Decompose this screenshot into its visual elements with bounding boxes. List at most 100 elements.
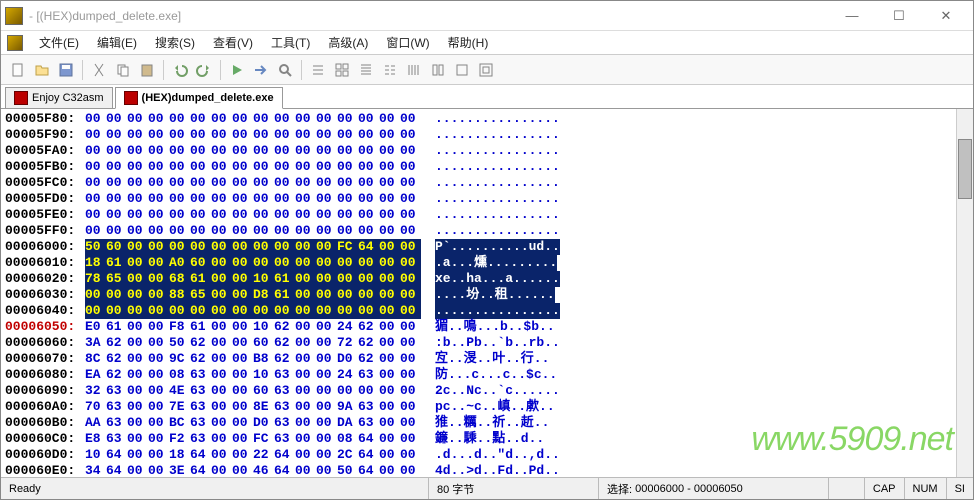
hex-byte[interactable]: 00 [232, 271, 253, 287]
hex-byte[interactable]: 4E [169, 383, 190, 399]
hex-byte[interactable]: 00 [211, 239, 232, 255]
hex-byte[interactable]: 00 [379, 111, 400, 127]
hex-byte[interactable]: 00 [127, 223, 148, 239]
hex-byte[interactable]: 00 [295, 399, 316, 415]
hex-row[interactable]: 000060A0:706300007E6300008E6300009A63000… [5, 399, 952, 415]
hex-byte[interactable]: 00 [85, 191, 106, 207]
hex-byte[interactable]: 00 [232, 223, 253, 239]
hex-byte[interactable]: 00 [148, 335, 169, 351]
hex-byte[interactable]: 00 [190, 175, 211, 191]
hex-row[interactable]: 00006030:0000000088650000D86100000000000… [5, 287, 952, 303]
hex-row[interactable]: 00006080:EA62000008630000106300002463000… [5, 367, 952, 383]
hex-byte[interactable]: 00 [400, 383, 421, 399]
hex-byte[interactable]: 00 [85, 159, 106, 175]
hex-row[interactable]: 00005FB0:0000000000000000000000000000000… [5, 159, 952, 175]
hex-byte[interactable]: 70 [85, 399, 106, 415]
hex-ascii[interactable]: ................ [435, 127, 560, 143]
hex-byte[interactable]: 64 [358, 431, 379, 447]
hex-byte[interactable]: 00 [127, 335, 148, 351]
hex-byte[interactable]: 00 [148, 303, 169, 319]
hex-byte[interactable]: 00 [106, 175, 127, 191]
hex-byte[interactable]: 63 [274, 415, 295, 431]
hex-byte[interactable]: 8E [253, 399, 274, 415]
hex-byte[interactable]: 00 [127, 143, 148, 159]
hex-byte[interactable]: 63 [274, 399, 295, 415]
hex-ascii[interactable]: 宐..渂..叶..行.. [435, 351, 549, 367]
hex-byte[interactable]: 62 [106, 367, 127, 383]
hex-byte[interactable]: 00 [400, 303, 421, 319]
hex-byte[interactable]: 00 [85, 175, 106, 191]
hex-byte[interactable]: 00 [274, 303, 295, 319]
hex-ascii[interactable]: P`..........ud.. [435, 239, 560, 255]
hex-byte[interactable]: 8C [85, 351, 106, 367]
hex-byte[interactable]: 2C [337, 447, 358, 463]
hex-row[interactable]: 00005FD0:0000000000000000000000000000000… [5, 191, 952, 207]
hex-byte[interactable]: 00 [211, 175, 232, 191]
hex-byte[interactable]: 08 [169, 367, 190, 383]
hex-byte[interactable]: 00 [358, 223, 379, 239]
hex-byte[interactable]: 00 [148, 175, 169, 191]
hex-byte[interactable]: 00 [316, 271, 337, 287]
hex-byte[interactable]: 00 [169, 239, 190, 255]
hex-byte[interactable]: F8 [169, 319, 190, 335]
hex-byte[interactable]: 00 [169, 143, 190, 159]
cut-icon[interactable] [88, 59, 110, 81]
hex-byte[interactable]: 00 [190, 207, 211, 223]
hex-byte[interactable]: 00 [400, 239, 421, 255]
hex-byte[interactable]: 00 [232, 127, 253, 143]
hex-byte[interactable]: 00 [232, 415, 253, 431]
hex-byte[interactable]: 62 [190, 335, 211, 351]
hex-ascii[interactable]: pc..~c..嵮..歑.. [435, 399, 555, 415]
hex-ascii[interactable]: .a...燻......... [435, 255, 557, 271]
hex-byte[interactable]: 00 [316, 255, 337, 271]
new-icon[interactable] [7, 59, 29, 81]
hex-byte[interactable]: 00 [400, 447, 421, 463]
hex-byte[interactable]: 00 [211, 383, 232, 399]
hex-byte[interactable]: 00 [316, 383, 337, 399]
tab-dumped[interactable]: (HEX)dumped_delete.exe [115, 87, 283, 109]
hex-byte[interactable]: 00 [379, 351, 400, 367]
hex-byte[interactable]: 00 [169, 111, 190, 127]
hex-byte[interactable]: 00 [295, 239, 316, 255]
hex-byte[interactable]: 00 [148, 255, 169, 271]
hex-byte[interactable]: 65 [190, 287, 211, 303]
hex-byte[interactable]: 00 [127, 447, 148, 463]
scrollbar-thumb[interactable] [958, 139, 972, 199]
hex-byte[interactable]: 00 [232, 431, 253, 447]
hex-byte[interactable]: 63 [358, 399, 379, 415]
hex-byte[interactable]: 00 [379, 367, 400, 383]
bars2-icon[interactable] [379, 59, 401, 81]
hex-byte[interactable]: 7E [169, 399, 190, 415]
hex-byte[interactable]: 78 [85, 271, 106, 287]
hex-byte[interactable]: 00 [127, 303, 148, 319]
hex-byte[interactable]: 00 [295, 191, 316, 207]
hex-byte[interactable]: 00 [169, 191, 190, 207]
hex-byte[interactable]: 00 [358, 303, 379, 319]
hex-byte[interactable]: 00 [400, 207, 421, 223]
menu-adv[interactable]: 高级(A) [320, 32, 376, 53]
hex-byte[interactable]: 00 [148, 351, 169, 367]
hex-byte[interactable]: 63 [190, 415, 211, 431]
hex-byte[interactable]: 00 [127, 431, 148, 447]
hex-byte[interactable]: 00 [400, 255, 421, 271]
hex-byte[interactable]: 00 [316, 175, 337, 191]
hex-byte[interactable]: 00 [316, 159, 337, 175]
hex-byte[interactable]: 00 [316, 335, 337, 351]
copy-icon[interactable] [112, 59, 134, 81]
hex-byte[interactable]: 00 [211, 431, 232, 447]
hex-byte[interactable]: 00 [169, 303, 190, 319]
hex-byte[interactable]: 00 [316, 303, 337, 319]
hex-byte[interactable]: 00 [127, 351, 148, 367]
hex-row[interactable]: 000060B0:AA630000BC630000D0630000DA63000… [5, 415, 952, 431]
hex-byte[interactable]: 62 [274, 319, 295, 335]
hex-byte[interactable]: 24 [337, 319, 358, 335]
hex-ascii[interactable]: :b..Pb..`b..rb.. [435, 335, 560, 351]
hex-byte[interactable]: 00 [232, 159, 253, 175]
hex-byte[interactable]: DA [337, 415, 358, 431]
hex-ascii[interactable]: ................ [435, 223, 560, 239]
hex-byte[interactable]: 00 [400, 223, 421, 239]
hex-byte[interactable]: 10 [85, 447, 106, 463]
hex-byte[interactable]: FC [253, 431, 274, 447]
hex-byte[interactable]: 00 [148, 383, 169, 399]
hex-byte[interactable]: 64 [358, 447, 379, 463]
